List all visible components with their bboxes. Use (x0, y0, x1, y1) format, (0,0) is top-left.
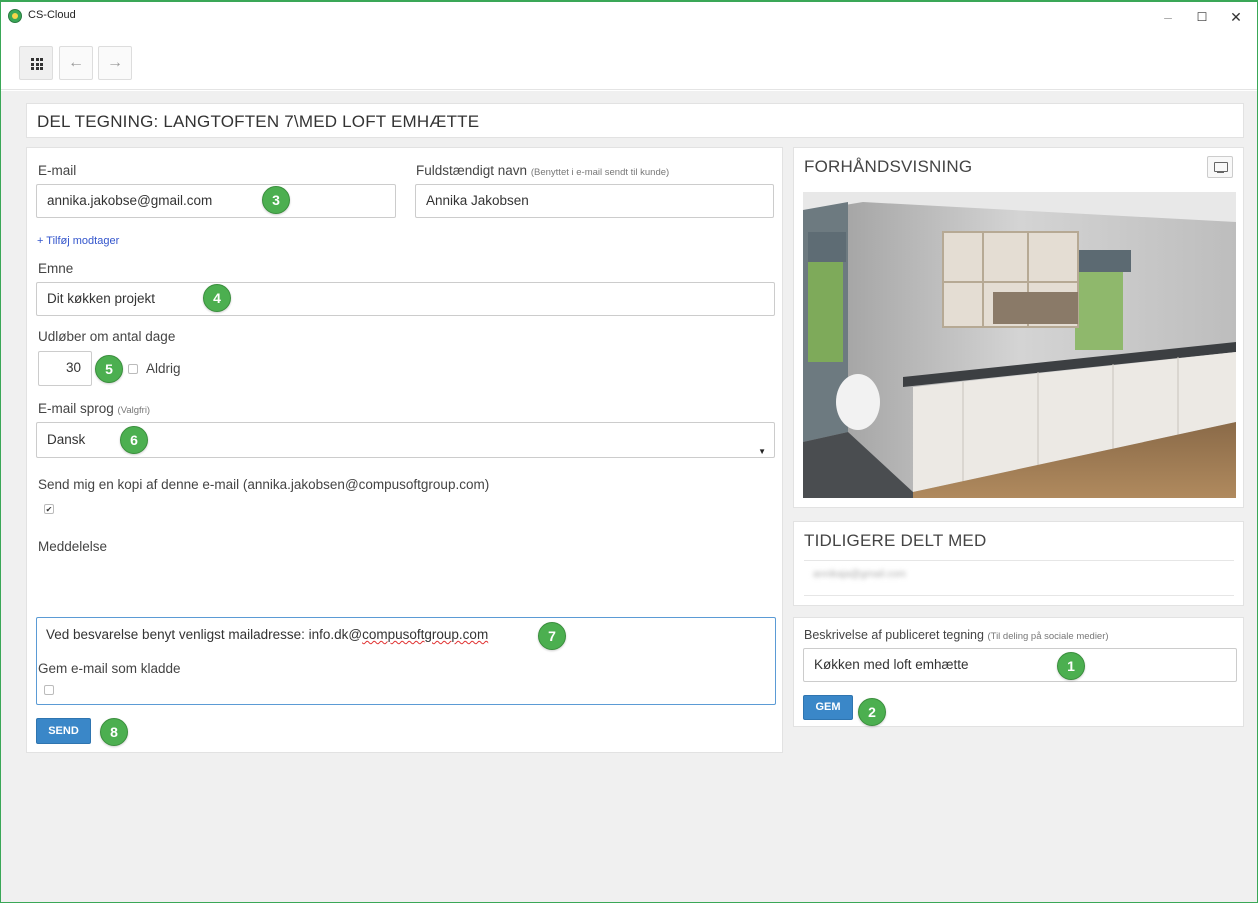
save-button[interactable]: GEM (803, 695, 853, 720)
email-label: E-mail (38, 163, 77, 178)
caret-down-icon: ▼ (758, 447, 766, 456)
divider (804, 595, 1234, 596)
expires-days-field[interactable]: 30 (38, 351, 92, 386)
callout-badge-3: 3 (262, 186, 290, 214)
never-label: Aldrig (146, 361, 181, 376)
page-title-panel: DEL TEGNING: LANGTOFTEN 7\MED LOFT EMHÆT… (26, 103, 1244, 138)
callout-badge-5: 5 (95, 355, 123, 383)
send-button[interactable]: SEND (36, 718, 91, 744)
apps-menu-button[interactable] (19, 46, 53, 80)
shared-with-heading: TIDLIGERE DELT MED (804, 531, 987, 550)
publish-description-panel: Beskrivelse af publiceret tegning (Til d… (793, 617, 1244, 727)
shared-email-blurred: annikaja@gmail.com (813, 569, 906, 580)
fullname-field[interactable]: Annika Jakobsen (415, 184, 774, 218)
preview-heading: FORHÅNDSVISNING (804, 157, 973, 176)
main-content: DEL TEGNING: LANGTOFTEN 7\MED LOFT EMHÆT… (1, 91, 1257, 902)
app-logo-icon (8, 9, 22, 23)
minimize-button[interactable]: – (1151, 6, 1185, 28)
forward-button[interactable]: → (98, 46, 132, 80)
add-recipient-link[interactable]: + Tilføj modtager (37, 235, 119, 247)
language-label: E-mail sprog (Valgfri) (38, 401, 151, 416)
subject-label: Emne (38, 261, 74, 276)
send-copy-checkbox[interactable]: ✔ (44, 504, 54, 514)
monitor-icon[interactable] (1207, 156, 1233, 178)
callout-badge-6: 6 (120, 426, 148, 454)
subject-field[interactable]: Dit køkken projekt (36, 282, 775, 316)
message-text: Ved besvarelse benyt venligst mailadress… (46, 627, 363, 642)
arrow-left-icon: ← (68, 54, 84, 71)
grid-icon (31, 58, 43, 70)
toolbar: ← → (1, 32, 1257, 90)
kitchen-preview-image[interactable] (803, 192, 1236, 498)
divider (804, 560, 1234, 561)
publish-description-label: Beskrivelse af publiceret tegning (Til d… (804, 628, 1109, 642)
message-text-spellcheck: compusoftgroup.com (362, 627, 489, 642)
maximize-button[interactable]: ☐ (1185, 6, 1219, 28)
callout-badge-4: 4 (203, 284, 231, 312)
email-field[interactable]: annika.jakobse@gmail.com (36, 184, 396, 218)
callout-badge-2: 2 (858, 698, 886, 726)
fullname-label: Fuldstændigt navn (Benyttet i e-mail sen… (416, 163, 670, 178)
app-window: CS-Cloud – ☐ ✕ ← → DEL TEGNING: LANGTOFT… (0, 0, 1258, 903)
window-title: CS-Cloud (28, 9, 76, 21)
draft-checkbox[interactable] (44, 685, 54, 695)
language-selected-value: Dansk (47, 432, 86, 447)
draft-label: Gem e-mail som kladde (38, 661, 181, 676)
callout-badge-1: 1 (1057, 652, 1085, 680)
never-checkbox[interactable] (128, 364, 138, 374)
close-button[interactable]: ✕ (1219, 6, 1253, 28)
expires-label: Udløber om antal dage (38, 329, 176, 344)
arrow-right-icon: → (107, 54, 123, 71)
page-title: DEL TEGNING: LANGTOFTEN 7\MED LOFT EMHÆT… (37, 112, 480, 131)
title-bar: CS-Cloud – ☐ ✕ (1, 2, 1257, 32)
preview-panel: FORHÅNDSVISNING (793, 147, 1244, 508)
back-button[interactable]: ← (59, 46, 93, 80)
callout-badge-8: 8 (100, 718, 128, 746)
send-copy-label: Send mig en kopi af denne e-mail (annika… (38, 477, 490, 492)
shared-with-panel: TIDLIGERE DELT MED annikaja@gmail.com (793, 521, 1244, 606)
message-label: Meddelelse (38, 539, 108, 554)
callout-badge-7: 7 (538, 622, 566, 650)
share-form-panel: E-mail annika.jakobse@gmail.com 3 Fuldst… (26, 147, 783, 753)
publish-description-field[interactable]: Køkken med loft emhætte (803, 648, 1237, 682)
